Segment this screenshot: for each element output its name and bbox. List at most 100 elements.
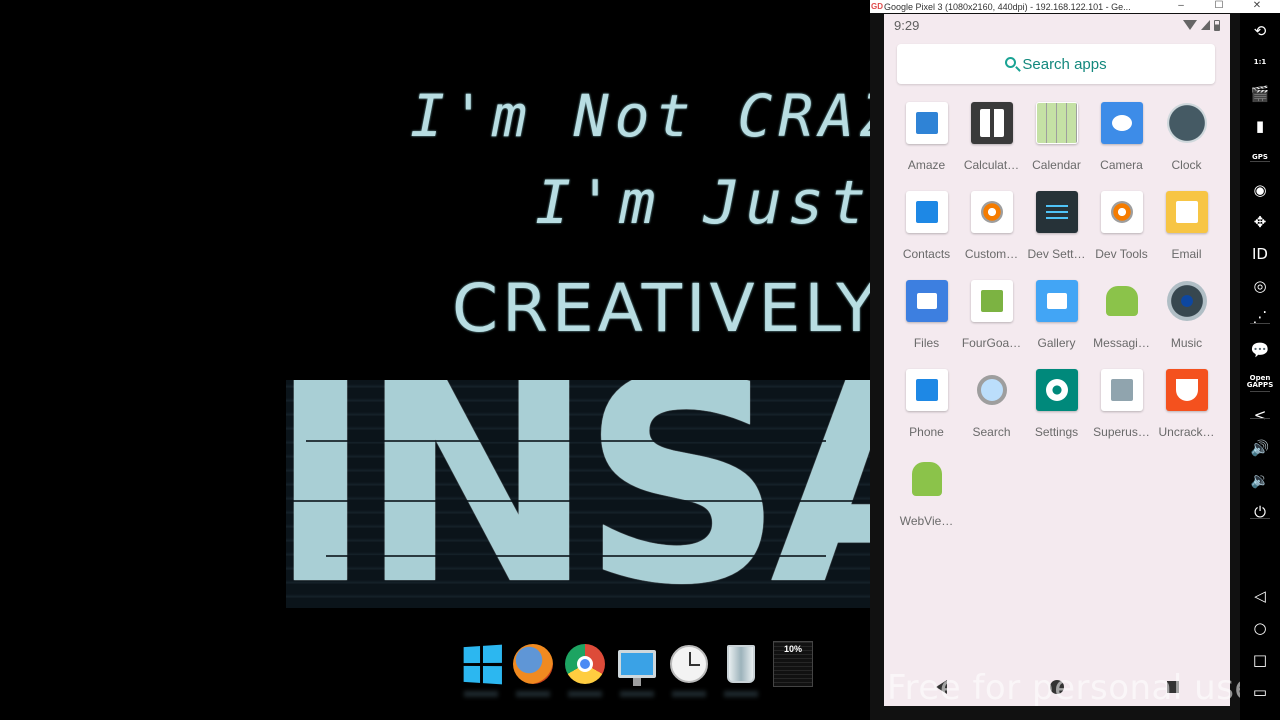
- back-icon[interactable]: ◁: [1248, 584, 1272, 608]
- computer-icon[interactable]: [616, 641, 658, 697]
- app-label: Calendar: [1032, 158, 1081, 172]
- menu-icon[interactable]: ▭: [1248, 680, 1272, 704]
- uncrackable-icon: [1165, 369, 1208, 411]
- desktop-dock: 10%: [460, 638, 814, 697]
- status-bar: 9:29: [884, 14, 1230, 36]
- recents-icon[interactable]: □: [1248, 648, 1272, 672]
- recycle-bin-icon[interactable]: [720, 641, 762, 697]
- email-icon: [1165, 191, 1208, 233]
- folder-search-icon: [905, 102, 948, 144]
- folder-icon: [905, 280, 948, 322]
- app-gallery[interactable]: Gallery: [1024, 280, 1089, 350]
- share-icon[interactable]: <: [1248, 403, 1272, 427]
- app-search[interactable]: Search: [959, 369, 1024, 439]
- wallpaper-text-line-2: I'm Just: [535, 168, 870, 238]
- app-webvie[interactable]: WebVie…: [894, 458, 959, 528]
- close-button[interactable]: ✕: [1238, 0, 1276, 13]
- search-apps-bar[interactable]: Search apps: [897, 44, 1215, 84]
- app-drawer-grid: Amaze Calculat… Calendar Camera Clock Contact…: [894, 102, 1220, 528]
- webcam-icon[interactable]: ◉: [1248, 178, 1272, 202]
- emulator-title: Google Pixel 3 (1080x2160, 440dpi) - 192…: [884, 1, 1131, 12]
- app-label: Search: [972, 425, 1011, 439]
- identifiers-icon[interactable]: ID: [1248, 242, 1272, 266]
- maximize-button[interactable]: ☐: [1200, 0, 1238, 13]
- pixel-perfect-icon[interactable]: 1:1: [1248, 50, 1272, 74]
- app-label: Contacts: [902, 247, 951, 261]
- gps-icon[interactable]: GPS: [1248, 145, 1272, 169]
- app-label: Email: [1171, 247, 1202, 261]
- android-robot-icon: [906, 458, 948, 500]
- windows-start-icon[interactable]: [460, 641, 502, 697]
- app-label: Amaze: [907, 158, 946, 172]
- app-clock[interactable]: Clock: [1154, 102, 1219, 172]
- superuser-icon: [1100, 369, 1143, 411]
- gallery-icon: [1035, 280, 1078, 322]
- speaker-icon: [1166, 280, 1208, 322]
- calendar-icon: [1035, 102, 1078, 144]
- sidebar-separator: [1250, 161, 1270, 162]
- screen-record-icon[interactable]: 🎬: [1248, 82, 1272, 106]
- app-custom[interactable]: Custom…: [959, 191, 1024, 261]
- firefox-icon[interactable]: [512, 641, 554, 697]
- app-label: Dev Sett…: [1027, 247, 1086, 261]
- wifi-icon: [1183, 20, 1197, 30]
- gear-icon: [1035, 369, 1078, 411]
- app-label: FourGoa…: [961, 336, 1022, 350]
- app-label: Phone: [909, 425, 944, 439]
- app-superus[interactable]: Superus…: [1089, 369, 1154, 439]
- app-devtools[interactable]: Dev Tools: [1089, 191, 1154, 261]
- wallpaper-text-line-3: CREATIVELY: [452, 270, 870, 347]
- settings-gear-icon: [1100, 191, 1143, 233]
- minimize-button[interactable]: –: [1162, 0, 1200, 13]
- clock-icon: [1166, 102, 1208, 144]
- home-icon[interactable]: ○: [1248, 616, 1272, 640]
- media-icon[interactable]: ◎: [1248, 274, 1272, 298]
- camera-icon: [1100, 102, 1143, 144]
- chrome-icon[interactable]: [564, 641, 606, 697]
- sidebar-separator: [1250, 518, 1270, 519]
- dpad-icon[interactable]: ✥: [1248, 210, 1272, 234]
- app-label: Files: [913, 336, 940, 350]
- search-icon: [1005, 57, 1017, 68]
- cell-signal-icon: [1201, 20, 1210, 30]
- battery-icon: [1214, 19, 1220, 31]
- app-camera[interactable]: Camera: [1089, 102, 1154, 172]
- app-files[interactable]: Files: [894, 280, 959, 350]
- app-contacts[interactable]: Contacts: [894, 191, 959, 261]
- app-phone[interactable]: Phone: [894, 369, 959, 439]
- app-devsett[interactable]: Dev Sett…: [1024, 191, 1089, 261]
- dev-settings-icon: [1035, 191, 1078, 233]
- emulator-titlebar: GD Google Pixel 3 (1080x2160, 440dpi) - …: [870, 0, 1280, 13]
- app-label: Uncrack…: [1158, 425, 1215, 439]
- phone-screen[interactable]: 9:29 Search apps Amaze Calculat… Calendar C…: [884, 14, 1230, 706]
- search-apps-label: Search apps: [1022, 55, 1107, 73]
- settings-gear-icon: [970, 191, 1013, 233]
- wallpaper-text-line-4: INSANE: [286, 380, 870, 608]
- volume-down-icon[interactable]: 🔉: [1248, 468, 1272, 492]
- app-amaze[interactable]: Amaze: [894, 102, 959, 172]
- app-label: Superus…: [1093, 425, 1150, 439]
- app-settings[interactable]: Settings: [1024, 369, 1089, 439]
- app-calendar[interactable]: Calendar: [1024, 102, 1089, 172]
- network-icon[interactable]: ⋰: [1248, 305, 1272, 329]
- volume-up-icon[interactable]: 🔊: [1248, 436, 1272, 460]
- app-email[interactable]: Email: [1154, 191, 1219, 261]
- app-messagi[interactable]: Messagi…: [1089, 280, 1154, 350]
- desktop-wallpaper: I'm Not CRAZY I'm Just CREATIVELY INSANE…: [0, 0, 870, 720]
- app-uncrack[interactable]: Uncrack…: [1154, 369, 1219, 439]
- app-label: Settings: [1034, 425, 1079, 439]
- phone-icon: [905, 369, 948, 411]
- app-calculat[interactable]: Calculat…: [959, 102, 1024, 172]
- app-music[interactable]: Music: [1154, 280, 1219, 350]
- app-label: WebVie…: [899, 514, 954, 528]
- app-label: Custom…: [964, 247, 1019, 261]
- cpu-meter-text: 10%: [773, 641, 813, 687]
- power-icon[interactable]: ⏻: [1248, 500, 1272, 524]
- clock-icon[interactable]: [668, 641, 710, 697]
- battery-icon[interactable]: ▮: [1248, 114, 1272, 138]
- rotate-icon[interactable]: ⟲: [1248, 19, 1272, 43]
- app-label: Music: [1170, 336, 1203, 350]
- app-fourgoa[interactable]: FourGoa…: [959, 280, 1024, 350]
- cpu-meter-icon[interactable]: 10%: [772, 641, 814, 687]
- sms-icon[interactable]: 💬: [1248, 338, 1272, 362]
